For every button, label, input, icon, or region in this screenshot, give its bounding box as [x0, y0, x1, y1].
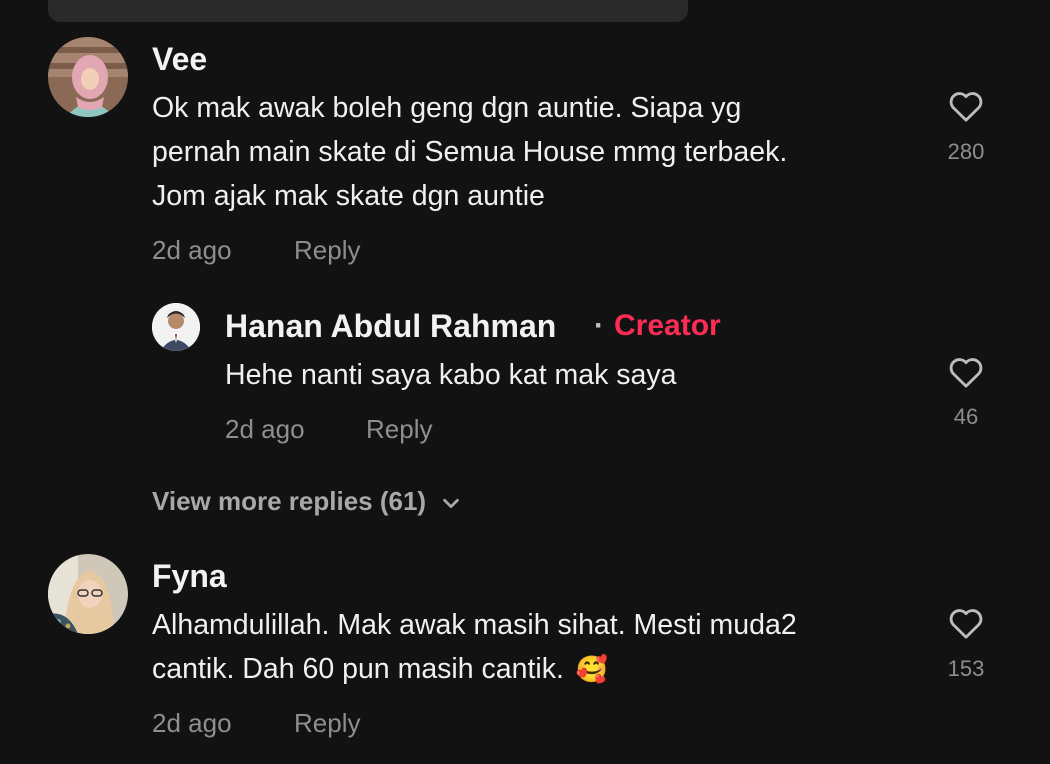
comment-text: Ok mak awak boleh geng dgn auntie. Siapa… — [152, 86, 912, 218]
comment-username[interactable]: Vee — [152, 43, 207, 75]
comment-line: Jom ajak mak skate dgn auntie — [152, 180, 545, 212]
separator-dot: · — [594, 309, 604, 342]
heart-icon[interactable] — [946, 603, 986, 643]
comment-username[interactable]: Fyna — [152, 560, 227, 592]
comment-timestamp: 2d ago — [152, 235, 232, 265]
heart-icon[interactable] — [946, 86, 986, 126]
comment-line: pernah main skate di Semua House mmg ter… — [152, 136, 788, 168]
comments-panel: Vee Ok mak awak boleh geng dgn auntie. S… — [0, 0, 1050, 764]
heart-icon[interactable] — [946, 352, 986, 392]
avatar[interactable] — [48, 554, 128, 634]
like-count: 280 — [947, 139, 985, 164]
avatar[interactable] — [48, 37, 128, 117]
view-more-replies-button[interactable]: View more replies (61) — [152, 488, 462, 514]
chevron-down-icon — [443, 499, 459, 509]
previous-comment-card — [48, 0, 688, 22]
smiling-face-hearts-emoji: 🥰 — [575, 654, 609, 684]
reply-username[interactable]: Hanan Abdul Rahman — [225, 310, 556, 342]
reply-button[interactable]: Reply — [294, 710, 360, 736]
reply-button[interactable]: Reply — [294, 237, 360, 263]
reply-timestamp: 2d ago — [225, 414, 305, 444]
comment-line: cantik. Dah 60 pun masih cantik. 🥰 — [152, 647, 912, 691]
like-count: 153 — [947, 656, 985, 681]
comment-text: Alhamdulillah. Mak awak masih sihat. Mes… — [152, 603, 912, 691]
comment-line: Ok mak awak boleh geng dgn auntie. Siapa… — [152, 92, 742, 124]
creator-badge: Creator — [614, 309, 721, 342]
like-count: 46 — [953, 404, 979, 429]
view-more-label: View more replies (61) — [152, 486, 427, 516]
comment-timestamp: 2d ago — [152, 708, 232, 738]
avatar[interactable] — [152, 303, 200, 351]
creator-label: · Creator — [594, 311, 721, 341]
comment-line: Alhamdulillah. Mak awak masih sihat. Mes… — [152, 609, 797, 641]
reply-text: Hehe nanti saya kabo kat mak saya — [225, 359, 677, 391]
reply-button[interactable]: Reply — [366, 416, 432, 442]
comment-line-text: cantik. Dah 60 pun masih cantik. — [152, 653, 564, 685]
